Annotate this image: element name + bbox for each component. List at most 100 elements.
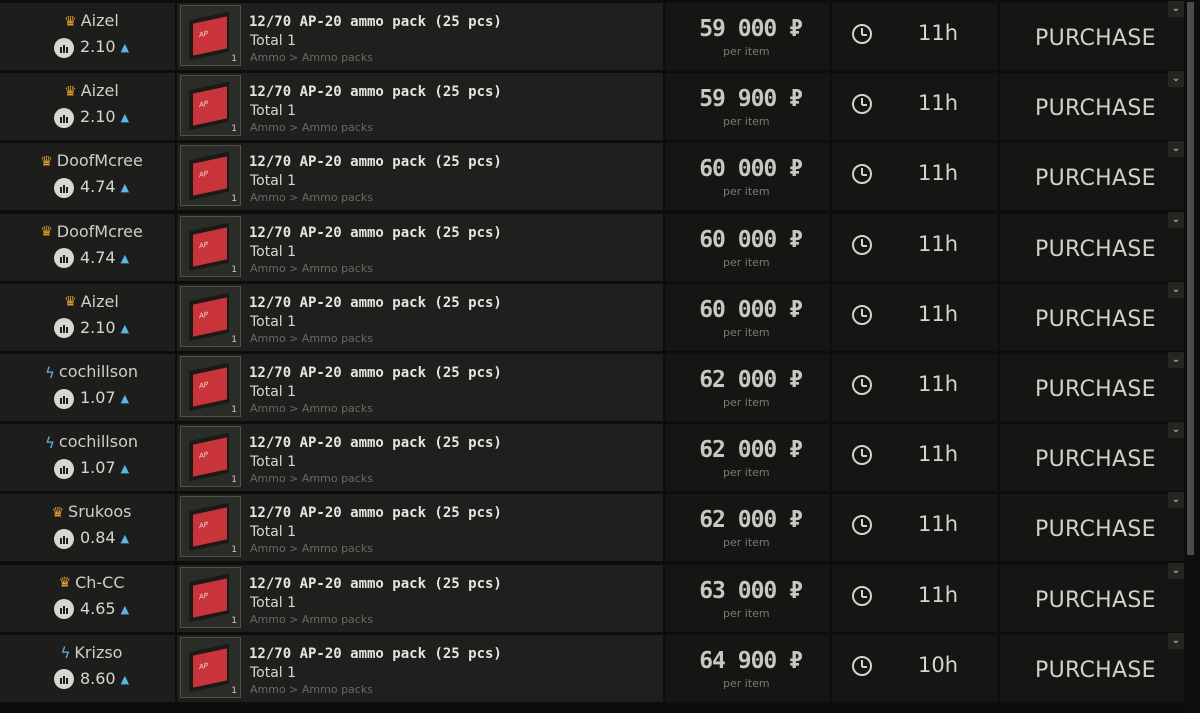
item-name[interactable]: 12/70 AP-20 ammo pack (25 pcs) — [249, 295, 502, 311]
expand-chevron-icon[interactable]: ⌄ — [1168, 141, 1184, 158]
item-name[interactable]: 12/70 AP-20 ammo pack (25 pcs) — [249, 154, 502, 170]
seller-cell[interactable]: ♛ Aizel 2.10 ▲ — [0, 283, 175, 351]
time-cell: 11h — [832, 73, 998, 141]
seller-name[interactable]: Aizel — [81, 81, 119, 100]
expand-chevron-icon[interactable]: ⌄ — [1168, 281, 1184, 298]
seller-cell[interactable]: ♛ Srukoos 0.84 ▲ — [0, 494, 175, 562]
item-thumbnail[interactable]: AP 1 — [180, 75, 241, 137]
pack-label-icon: AP — [199, 169, 209, 180]
item-name[interactable]: 12/70 AP-20 ammo pack (25 pcs) — [249, 365, 502, 381]
scrollbar-thumb[interactable] — [1187, 2, 1194, 555]
purchase-button[interactable]: PURCHASE — [1000, 564, 1184, 632]
seller-cell[interactable]: ♛ DoofMcree 4.74 ▲ — [0, 143, 175, 211]
purchase-button[interactable]: PURCHASE — [1000, 213, 1184, 281]
expand-chevron-icon[interactable]: ⌄ — [1168, 632, 1184, 649]
purchase-button[interactable]: PURCHASE — [1000, 354, 1184, 421]
rating-value: 2.10 — [79, 107, 116, 127]
expand-chevron-icon[interactable]: ⌄ — [1168, 352, 1184, 368]
ammo-pack-red-label: AP — [193, 577, 227, 618]
seller-cell[interactable]: ϟ cochillson 1.07 ▲ — [0, 354, 175, 421]
item-thumbnail[interactable]: AP 1 — [180, 285, 241, 347]
item-cell[interactable]: AP 1 12/70 AP-20 ammo pack (25 pcs) Tota… — [177, 143, 663, 211]
rating-up-icon: ▲ — [120, 602, 130, 616]
purchase-button[interactable]: PURCHASE — [1000, 494, 1184, 562]
item-name[interactable]: 12/70 AP-20 ammo pack (25 pcs) — [249, 225, 502, 241]
purchase-button[interactable]: PURCHASE — [1000, 143, 1184, 211]
expand-chevron-icon[interactable]: ⌄ — [1168, 562, 1184, 579]
seller-name[interactable]: DoofMcree — [57, 222, 143, 241]
item-cell[interactable]: AP 1 12/70 AP-20 ammo pack (25 pcs) Tota… — [177, 494, 663, 562]
purchase-label: PURCHASE — [1035, 587, 1156, 613]
offer-row: ϟ Krizso 8.60 ▲ AP 1 12/70 AP-20 ammo pack… — [0, 632, 1200, 702]
purchase-button[interactable]: PURCHASE — [1000, 634, 1184, 702]
price-amount: 62 000 — [699, 507, 777, 534]
purchase-button[interactable]: PURCHASE — [1000, 424, 1184, 492]
time-remaining: 11h — [918, 231, 959, 256]
expand-chevron-icon[interactable]: ⌄ — [1168, 211, 1184, 228]
price-cell: 64 900 ₽ per item — [665, 634, 830, 702]
seller-cell[interactable]: ♛ Aizel 2.10 ▲ — [0, 73, 175, 141]
item-thumbnail[interactable]: AP 1 — [180, 145, 241, 207]
item-thumbnail[interactable]: AP 1 — [180, 5, 241, 66]
purchase-button[interactable]: PURCHASE — [1000, 73, 1184, 141]
item-name[interactable]: 12/70 AP-20 ammo pack (25 pcs) — [249, 84, 502, 100]
price-unit: per item — [723, 255, 770, 269]
seller-cell[interactable]: ♛ Ch-CC 4.65 ▲ — [0, 564, 175, 632]
seller-cell[interactable]: ♛ DoofMcree 4.74 ▲ — [0, 213, 175, 281]
seller-name[interactable]: Aizel — [81, 292, 119, 311]
item-thumbnail[interactable]: AP 1 — [180, 566, 241, 628]
item-cell[interactable]: AP 1 12/70 AP-20 ammo pack (25 pcs) Tota… — [177, 213, 663, 281]
pack-label-icon: AP — [199, 661, 209, 672]
rating-value: 0.84 — [79, 528, 116, 548]
item-name[interactable]: 12/70 AP-20 ammo pack (25 pcs) — [249, 435, 502, 451]
seller-name[interactable]: Krizso — [74, 643, 122, 662]
item-name[interactable]: 12/70 AP-20 ammo pack (25 pcs) — [249, 505, 502, 521]
item-category: Ammo > Ammo packs — [250, 331, 373, 345]
seller-cell[interactable]: ϟ cochillson 1.07 ▲ — [0, 424, 175, 492]
item-name[interactable]: 12/70 AP-20 ammo pack (25 pcs) — [249, 646, 502, 662]
seller-name[interactable]: Aizel — [81, 11, 119, 30]
currency-icon: ₽ — [789, 577, 803, 604]
seller-cell[interactable]: ♛ Aizel 2.10 ▲ — [0, 3, 175, 70]
price-cell: 62 000 ₽ per item — [665, 494, 830, 562]
stack-count: 1 — [231, 405, 237, 415]
price-cell: 60 000 ₽ per item — [665, 283, 830, 351]
item-thumbnail[interactable]: AP 1 — [180, 215, 241, 277]
item-name[interactable]: 12/70 AP-20 ammo pack (25 pcs) — [249, 14, 502, 30]
stack-count: 1 — [231, 685, 237, 696]
item-cell[interactable]: AP 1 12/70 AP-20 ammo pack (25 pcs) Tota… — [177, 354, 663, 421]
seller-name[interactable]: DoofMcree — [57, 151, 143, 170]
rating-up-icon: ▲ — [120, 41, 130, 54]
item-cell[interactable]: AP 1 12/70 AP-20 ammo pack (25 pcs) Tota… — [177, 424, 663, 492]
item-cell[interactable]: AP 1 12/70 AP-20 ammo pack (25 pcs) Tota… — [177, 564, 663, 632]
expand-chevron-icon[interactable]: ⌄ — [1168, 422, 1184, 439]
rating-badge-icon — [53, 318, 74, 339]
time-cell: 11h — [832, 283, 998, 351]
purchase-button[interactable]: PURCHASE — [1000, 3, 1184, 70]
item-thumbnail[interactable]: AP 1 — [180, 426, 241, 488]
expand-chevron-icon[interactable]: ⌄ — [1168, 71, 1184, 88]
stack-count: 1 — [231, 194, 237, 205]
seller-name[interactable]: cochillson — [59, 362, 138, 381]
item-cell[interactable]: AP 1 12/70 AP-20 ammo pack (25 pcs) Tota… — [177, 73, 663, 141]
item-thumbnail[interactable]: AP 1 — [180, 636, 241, 698]
item-thumbnail[interactable]: AP 1 — [180, 496, 241, 558]
item-cell[interactable]: AP 1 12/70 AP-20 ammo pack (25 pcs) Tota… — [177, 283, 663, 351]
seller-name[interactable]: cochillson — [59, 432, 138, 451]
seller-cell[interactable]: ϟ Krizso 8.60 ▲ — [0, 634, 175, 702]
purchase-button[interactable]: PURCHASE — [1000, 283, 1184, 351]
seller-name[interactable]: Ch-CC — [75, 573, 124, 592]
item-total: Total 1 — [250, 103, 297, 120]
currency-icon: ₽ — [789, 16, 803, 42]
item-name[interactable]: 12/70 AP-20 ammo pack (25 pcs) — [249, 576, 502, 592]
item-cell[interactable]: AP 1 12/70 AP-20 ammo pack (25 pcs) Tota… — [177, 634, 663, 702]
expand-chevron-icon[interactable]: ⌄ — [1168, 1, 1184, 17]
expand-chevron-icon[interactable]: ⌄ — [1168, 492, 1184, 509]
item-cell[interactable]: AP 1 12/70 AP-20 ammo pack (25 pcs) Tota… — [177, 3, 663, 70]
item-thumbnail[interactable]: AP 1 — [180, 356, 241, 417]
rating-value: 4.74 — [79, 247, 116, 267]
seller-name[interactable]: Srukoos — [68, 502, 131, 521]
lightning-icon: ϟ — [60, 644, 71, 663]
rating-value: 4.74 — [79, 177, 116, 197]
pack-label-icon: AP — [199, 591, 209, 601]
